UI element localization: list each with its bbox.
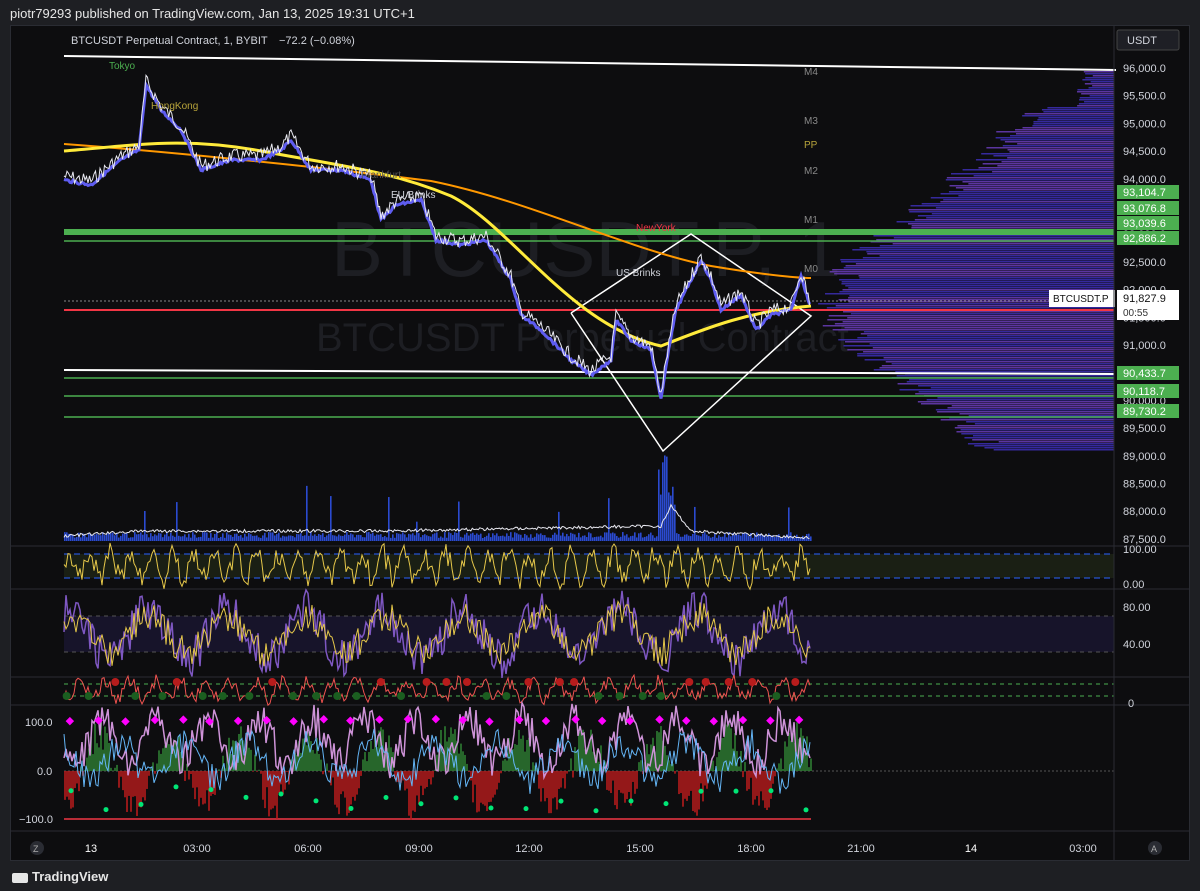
chart-container[interactable]: BTCUSDT.P, 1 BTCUSDT Perpetual Contract … bbox=[10, 25, 1190, 861]
svg-text:91,827.9: 91,827.9 bbox=[1123, 293, 1166, 305]
svg-text:BTCUSDT.P: BTCUSDT.P bbox=[1053, 294, 1109, 305]
svg-text:0.00: 0.00 bbox=[1123, 579, 1144, 591]
time-tick: 03:00 bbox=[183, 843, 211, 855]
pivot-m1: M1 bbox=[804, 215, 818, 226]
price-tick: 94,000.0 bbox=[1123, 174, 1166, 186]
price-tick: 89,000.0 bbox=[1123, 451, 1166, 463]
svg-text:00:55: 00:55 bbox=[1123, 308, 1148, 319]
time-tick: 14 bbox=[965, 843, 977, 855]
price-tick: 94,500.0 bbox=[1123, 146, 1166, 158]
currency-button[interactable]: USDT bbox=[1116, 29, 1180, 51]
watermark-name: BTCUSDT Perpetual Contract bbox=[316, 316, 849, 360]
symbol-title: BTCUSDT Perpetual Contract, 1, BYBIT bbox=[71, 35, 268, 47]
pivot-m0: M0 bbox=[804, 264, 818, 275]
svg-text:89,730.2: 89,730.2 bbox=[1123, 406, 1166, 418]
auto-scale-left-button[interactable]: Z bbox=[30, 841, 44, 855]
svg-text:93,076.8: 93,076.8 bbox=[1123, 203, 1166, 215]
watermark-ticker: BTCUSDT.P, 1 bbox=[331, 205, 841, 293]
pivot-m2: M2 bbox=[804, 166, 818, 177]
time-tick: 06:00 bbox=[294, 843, 322, 855]
time-tick: 21:00 bbox=[847, 843, 875, 855]
svg-text:100.00: 100.00 bbox=[1123, 544, 1157, 556]
publisher-line: piotr79293 published on TradingView.com,… bbox=[10, 6, 415, 21]
svg-text:Z: Z bbox=[33, 844, 39, 854]
session-eu-brinks: EU Brinks bbox=[391, 190, 435, 201]
price-tick: 95,500.0 bbox=[1123, 91, 1166, 103]
time-tick: 13 bbox=[85, 843, 97, 855]
level-tag: 90,118.7 bbox=[1117, 384, 1179, 398]
tradingview-logo-icon bbox=[12, 872, 28, 883]
time-tick: 09:00 bbox=[405, 843, 433, 855]
pivot-m3: M3 bbox=[804, 116, 818, 127]
svg-text:0.0: 0.0 bbox=[37, 766, 52, 778]
price-tick: 91,000.0 bbox=[1123, 340, 1166, 352]
pivot-m4: M4 bbox=[804, 67, 818, 78]
svg-text:90,118.7: 90,118.7 bbox=[1123, 386, 1165, 398]
branding-label: TradingView bbox=[32, 869, 109, 884]
svg-text:0: 0 bbox=[1128, 698, 1134, 710]
session-tokyo: Tokyo bbox=[109, 61, 136, 72]
time-tick: 15:00 bbox=[626, 843, 654, 855]
level-tag: 92,886.2 bbox=[1117, 231, 1179, 245]
svg-text:USDT: USDT bbox=[1127, 35, 1157, 47]
footer-bar bbox=[0, 862, 1200, 891]
session-us-brinks: US Brinks bbox=[616, 268, 660, 279]
time-tick: 03:00 bbox=[1069, 843, 1097, 855]
pivot-pp: PP bbox=[804, 140, 818, 151]
session-frankfurt: Frankfurt bbox=[361, 170, 401, 181]
svg-text:100.0: 100.0 bbox=[25, 717, 53, 729]
session-hongkong: HongKong bbox=[151, 101, 198, 112]
price-tick: 92,500.0 bbox=[1123, 257, 1166, 269]
level-tag: 90,433.7 bbox=[1117, 366, 1179, 380]
svg-text:A: A bbox=[1151, 844, 1157, 854]
level-tag: 93,039.6 bbox=[1117, 216, 1179, 230]
time-tick: 18:00 bbox=[737, 843, 765, 855]
svg-text:93,039.6: 93,039.6 bbox=[1123, 218, 1166, 230]
svg-text:80.00: 80.00 bbox=[1123, 602, 1151, 614]
price-tick: 95,000.0 bbox=[1123, 118, 1166, 130]
svg-text:90,433.7: 90,433.7 bbox=[1123, 368, 1166, 380]
svg-text:40.00: 40.00 bbox=[1123, 639, 1151, 651]
price-tick: 88,500.0 bbox=[1123, 479, 1166, 491]
level-tag: 89,730.2 bbox=[1117, 404, 1179, 418]
level-tag: 93,104.7 bbox=[1117, 185, 1179, 199]
symbol-change: −72.2 (−0.08%) bbox=[279, 35, 355, 47]
price-tick: 89,500.0 bbox=[1123, 423, 1166, 435]
time-tick: 12:00 bbox=[515, 843, 543, 855]
price-tick: 88,000.0 bbox=[1123, 506, 1166, 518]
svg-text:93,104.7: 93,104.7 bbox=[1123, 187, 1166, 199]
session-newyork: NewYork bbox=[636, 223, 677, 234]
price-tick: 96,000.0 bbox=[1123, 63, 1166, 75]
svg-text:−100.0: −100.0 bbox=[19, 814, 53, 826]
auto-scale-right-button[interactable]: A bbox=[1148, 841, 1162, 855]
svg-text:92,886.2: 92,886.2 bbox=[1123, 233, 1166, 245]
tradingview-logo[interactable]: TradingView bbox=[12, 869, 108, 884]
level-tag: 93,076.8 bbox=[1117, 201, 1179, 215]
